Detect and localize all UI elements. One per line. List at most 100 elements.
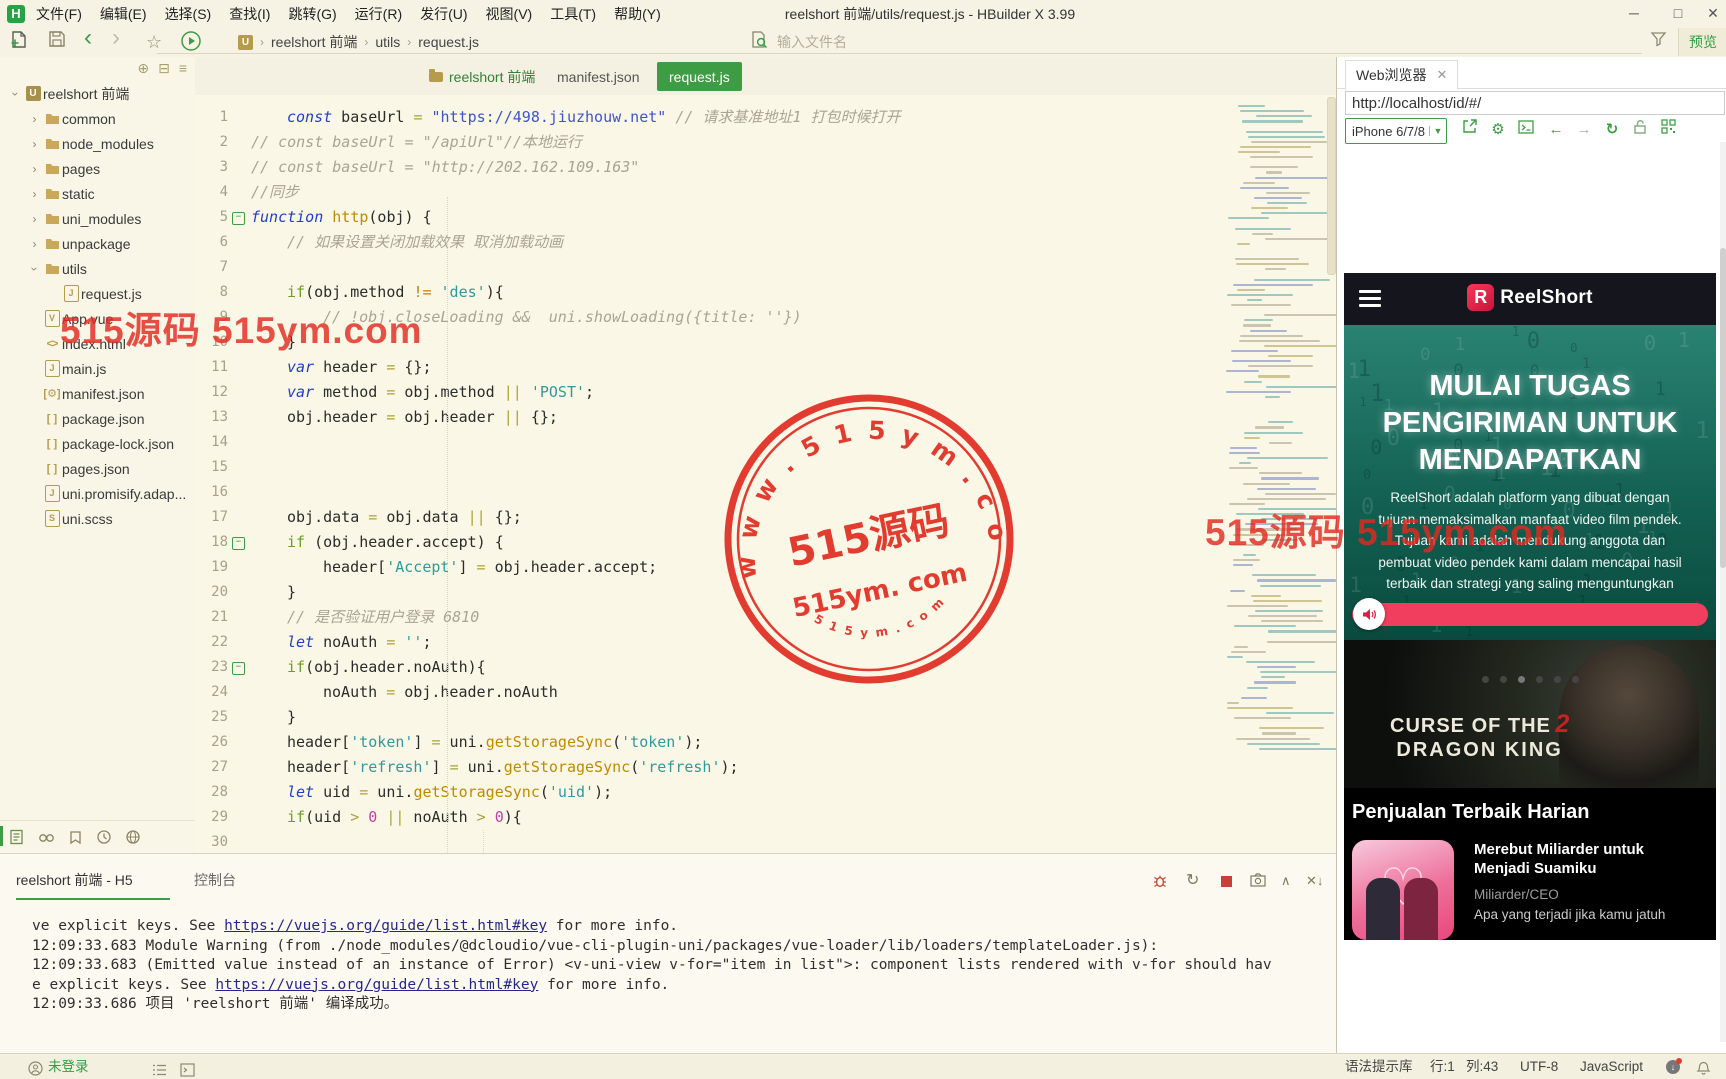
tree-item-main.js[interactable]: Jmain.js: [0, 356, 195, 381]
chevron-collapsed-icon[interactable]: ›: [27, 212, 42, 226]
editor-tab-manifest.json[interactable]: manifest.json: [545, 62, 651, 91]
minimize-button[interactable]: ─: [1612, 0, 1656, 28]
tree-item-utils[interactable]: › utils: [0, 256, 195, 281]
clear-console-icon[interactable]: ✕↓: [1306, 873, 1323, 889]
project-view-icon[interactable]: [9, 829, 25, 845]
editor-scrollbar[interactable]: [1327, 97, 1336, 275]
chevron-expanded-icon[interactable]: ›: [28, 261, 42, 276]
carousel-dot[interactable]: [1571, 676, 1579, 683]
console-tab-h5[interactable]: reelshort 前端 - H5: [16, 868, 133, 892]
menu-item[interactable]: 运行(R): [355, 4, 402, 24]
cursor-line-label[interactable]: 行:1: [1430, 1054, 1455, 1079]
editor-tab-request.js[interactable]: request.js: [657, 62, 742, 91]
web-view-icon[interactable]: [125, 829, 141, 845]
tree-item-pages[interactable]: › pages: [0, 156, 195, 181]
restart-icon[interactable]: ↻: [1186, 873, 1199, 889]
url-input[interactable]: [1345, 91, 1725, 115]
chevron-expanded-icon[interactable]: ›: [9, 86, 23, 101]
breadcrumb-item[interactable]: utils: [375, 34, 400, 50]
qr-code-icon[interactable]: [1657, 118, 1679, 142]
search-view-icon[interactable]: [38, 830, 55, 845]
stop-icon[interactable]: [1221, 873, 1232, 890]
screenshot-icon[interactable]: [1250, 873, 1266, 890]
carousel-dot[interactable]: [1517, 676, 1525, 683]
menu-item[interactable]: 查找(I): [229, 4, 270, 24]
tree-item-manifest.json[interactable]: [⚙] manifest.json: [0, 381, 195, 406]
menu-item[interactable]: 工具(T): [550, 4, 596, 24]
open-external-icon[interactable]: [1459, 118, 1481, 142]
encoding-label[interactable]: UTF-8: [1520, 1054, 1558, 1079]
refresh-icon[interactable]: ↻: [1601, 118, 1623, 142]
cursor-col-label[interactable]: 列:43: [1466, 1054, 1498, 1079]
browser-scrollbar-thumb[interactable]: [1720, 248, 1726, 568]
nav-forward-icon[interactable]: →: [1573, 118, 1595, 142]
menu-item[interactable]: 帮助(Y): [614, 4, 661, 24]
sound-icon[interactable]: [1353, 598, 1385, 630]
browser-tab[interactable]: Web浏览器 ✕: [1345, 60, 1459, 90]
chevron-collapsed-icon[interactable]: ›: [27, 187, 42, 201]
console-link[interactable]: https://vuejs.org/guide/list.html#key: [224, 918, 547, 934]
carousel-dot[interactable]: [1499, 676, 1507, 683]
tree-item-package.json[interactable]: [ ] package.json: [0, 406, 195, 431]
unlock-icon[interactable]: [1629, 118, 1651, 142]
menu-item[interactable]: 选择(S): [165, 4, 212, 24]
promo-banner[interactable]: 0001110011101101100011111010110101100011…: [1344, 325, 1716, 640]
sidebar-menu-icon[interactable]: ≡: [179, 60, 187, 77]
fold-marker-icon[interactable]: −: [232, 537, 245, 550]
fold-marker-icon[interactable]: −: [232, 662, 245, 675]
close-button[interactable]: ✕: [1700, 0, 1726, 28]
tree-item-package-lock.json[interactable]: [ ] package-lock.json: [0, 431, 195, 456]
device-select[interactable]: iPhone 6/7/8 ▼: [1345, 118, 1447, 144]
carousel-dot[interactable]: [1535, 676, 1543, 683]
tree-item-uni.promisify.adap...[interactable]: Juni.promisify.adap...: [0, 481, 195, 506]
menu-item[interactable]: 发行(U): [420, 4, 467, 24]
editor-tab-reelshort-[interactable]: reelshort 前端: [417, 62, 547, 91]
terminal-icon[interactable]: [180, 1060, 195, 1079]
menu-item[interactable]: 视图(V): [486, 4, 533, 24]
menu-item[interactable]: 跳转(G): [288, 4, 336, 24]
settings-gear-icon[interactable]: ⚙: [1487, 118, 1509, 142]
back-icon[interactable]: ‹: [84, 26, 92, 50]
nav-back-icon[interactable]: ←: [1545, 118, 1567, 142]
breadcrumb-item[interactable]: reelshort 前端: [271, 32, 357, 52]
browser-tab-close-icon[interactable]: ✕: [1437, 67, 1448, 83]
new-file-icon[interactable]: [10, 30, 28, 54]
forward-icon[interactable]: ›: [112, 26, 120, 50]
save-icon[interactable]: [48, 30, 66, 54]
outline-list-icon[interactable]: [152, 1060, 167, 1079]
filter-funnel-icon[interactable]: [1650, 30, 1667, 54]
menu-item[interactable]: 编辑(E): [100, 4, 147, 24]
chevron-collapsed-icon[interactable]: ›: [27, 137, 42, 151]
console-link[interactable]: https://vuejs.org/guide/list.html#key: [215, 977, 538, 993]
tree-item-uni.scss[interactable]: Suni.scss: [0, 506, 195, 531]
tree-item-node-modules[interactable]: › node_modules: [0, 131, 195, 156]
syntax-lib-label[interactable]: 语法提示库: [1345, 1054, 1413, 1079]
tree-item-reelshort-[interactable]: › Ureelshort 前端: [0, 81, 195, 106]
history-view-icon[interactable]: [96, 829, 112, 845]
tree-item-unpackage[interactable]: › unpackage: [0, 231, 195, 256]
chevron-collapsed-icon[interactable]: ›: [27, 162, 42, 176]
collapse-all-icon[interactable]: ⊟: [158, 60, 170, 77]
console-tab-terminal[interactable]: 控制台: [194, 868, 236, 892]
tree-item-pages.json[interactable]: [ ] pages.json: [0, 456, 195, 481]
tree-item-static[interactable]: › static: [0, 181, 195, 206]
bell-icon[interactable]: [1696, 1059, 1711, 1079]
debug-bug-icon[interactable]: [1152, 873, 1168, 892]
carousel-dot[interactable]: [1481, 676, 1489, 683]
minimap[interactable]: [1225, 100, 1347, 800]
preview-button[interactable]: 预览: [1678, 28, 1726, 56]
locate-file-icon[interactable]: ⊕: [137, 60, 149, 77]
login-status[interactable]: 未登录: [48, 1054, 89, 1079]
collapse-panel-icon[interactable]: ∧: [1281, 873, 1291, 889]
run-icon[interactable]: [180, 30, 202, 54]
menu-item[interactable]: 文件(F): [36, 4, 82, 24]
breadcrumb-item[interactable]: request.js: [418, 34, 479, 50]
carousel-dots[interactable]: [1344, 676, 1716, 683]
marker-view-icon[interactable]: [68, 830, 83, 845]
bookmark-star-icon[interactable]: ☆: [146, 30, 162, 54]
maximize-button[interactable]: □: [1656, 0, 1700, 28]
chevron-collapsed-icon[interactable]: ›: [27, 237, 42, 251]
fold-marker-icon[interactable]: −: [232, 212, 245, 225]
carousel-dot[interactable]: [1553, 676, 1561, 683]
tree-item-uni-modules[interactable]: › uni_modules: [0, 206, 195, 231]
